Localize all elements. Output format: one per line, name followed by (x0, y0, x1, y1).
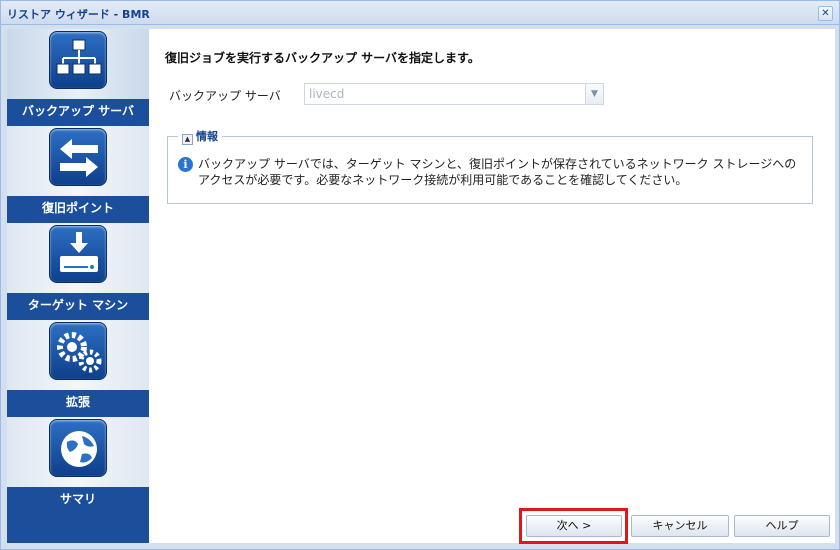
page-title: 復旧ジョブを実行するバックアップ サーバを指定します。 (165, 51, 480, 65)
wizard-steps-sidebar: バックアップ サーバ 復旧ポイント ターゲット マシン 拡張 サマリ (7, 29, 149, 543)
close-button[interactable]: ✕ (818, 6, 833, 21)
sidebar-item-label: サマリ (7, 487, 149, 511)
sidebar-item-label: ターゲット マシン (7, 293, 149, 317)
sidebar-item-summary[interactable]: サマリ (7, 417, 149, 511)
sidebar-item-label: 復旧ポイント (7, 196, 149, 220)
chevron-down-icon[interactable]: ▼ (585, 84, 603, 104)
gears-icon (49, 322, 107, 380)
cancel-button[interactable]: キャンセル (631, 515, 729, 537)
title-bar: リストア ウィザード - BMR ✕ (1, 1, 839, 25)
close-icon: ✕ (821, 8, 830, 19)
sidebar-item-backup-server[interactable]: バックアップ サーバ (7, 29, 149, 123)
backup-server-label: バックアップ サーバ (169, 89, 281, 103)
info-fieldset: ▲ 情報 i バックアップ サーバでは、ターゲット マシンと、復旧ポイントが保存さ… (167, 128, 813, 204)
sidebar-item-label: 拡張 (7, 390, 149, 414)
drive-download-icon (49, 225, 107, 283)
sidebar-item-recovery-point[interactable]: 復旧ポイント (7, 126, 149, 220)
sidebar-item-label: バックアップ サーバ (7, 99, 149, 123)
info-icon: i (178, 157, 193, 172)
backup-server-value: livecd (309, 87, 345, 101)
sidebar-item-target-machine[interactable]: ターゲット マシン (7, 223, 149, 317)
backup-server-combobox[interactable]: livecd ▼ (304, 83, 604, 105)
next-button-highlight (519, 508, 628, 544)
window-title: リストア ウィザード - BMR (7, 8, 150, 21)
help-button[interactable]: ヘルプ (734, 515, 830, 537)
info-message: バックアップ サーバでは、ターゲット マシンと、復旧ポイントが保存されているネッ… (198, 157, 797, 187)
sidebar-item-advanced[interactable]: 拡張 (7, 320, 149, 414)
info-legend[interactable]: ▲ 情報 (178, 128, 222, 145)
server-tree-icon (49, 31, 107, 89)
restore-wizard-window: リストア ウィザード - BMR ✕ バックアップ サーバ 復旧ポイント ターゲ… (0, 0, 840, 550)
arrows-exchange-icon (49, 128, 107, 186)
info-legend-label: 情報 (196, 130, 218, 143)
globe-icon (49, 419, 107, 477)
wizard-content-panel: 復旧ジョブを実行するバックアップ サーバを指定します。 バックアップ サーバ l… (149, 29, 835, 543)
collapse-toggle-icon[interactable]: ▲ (182, 134, 193, 145)
